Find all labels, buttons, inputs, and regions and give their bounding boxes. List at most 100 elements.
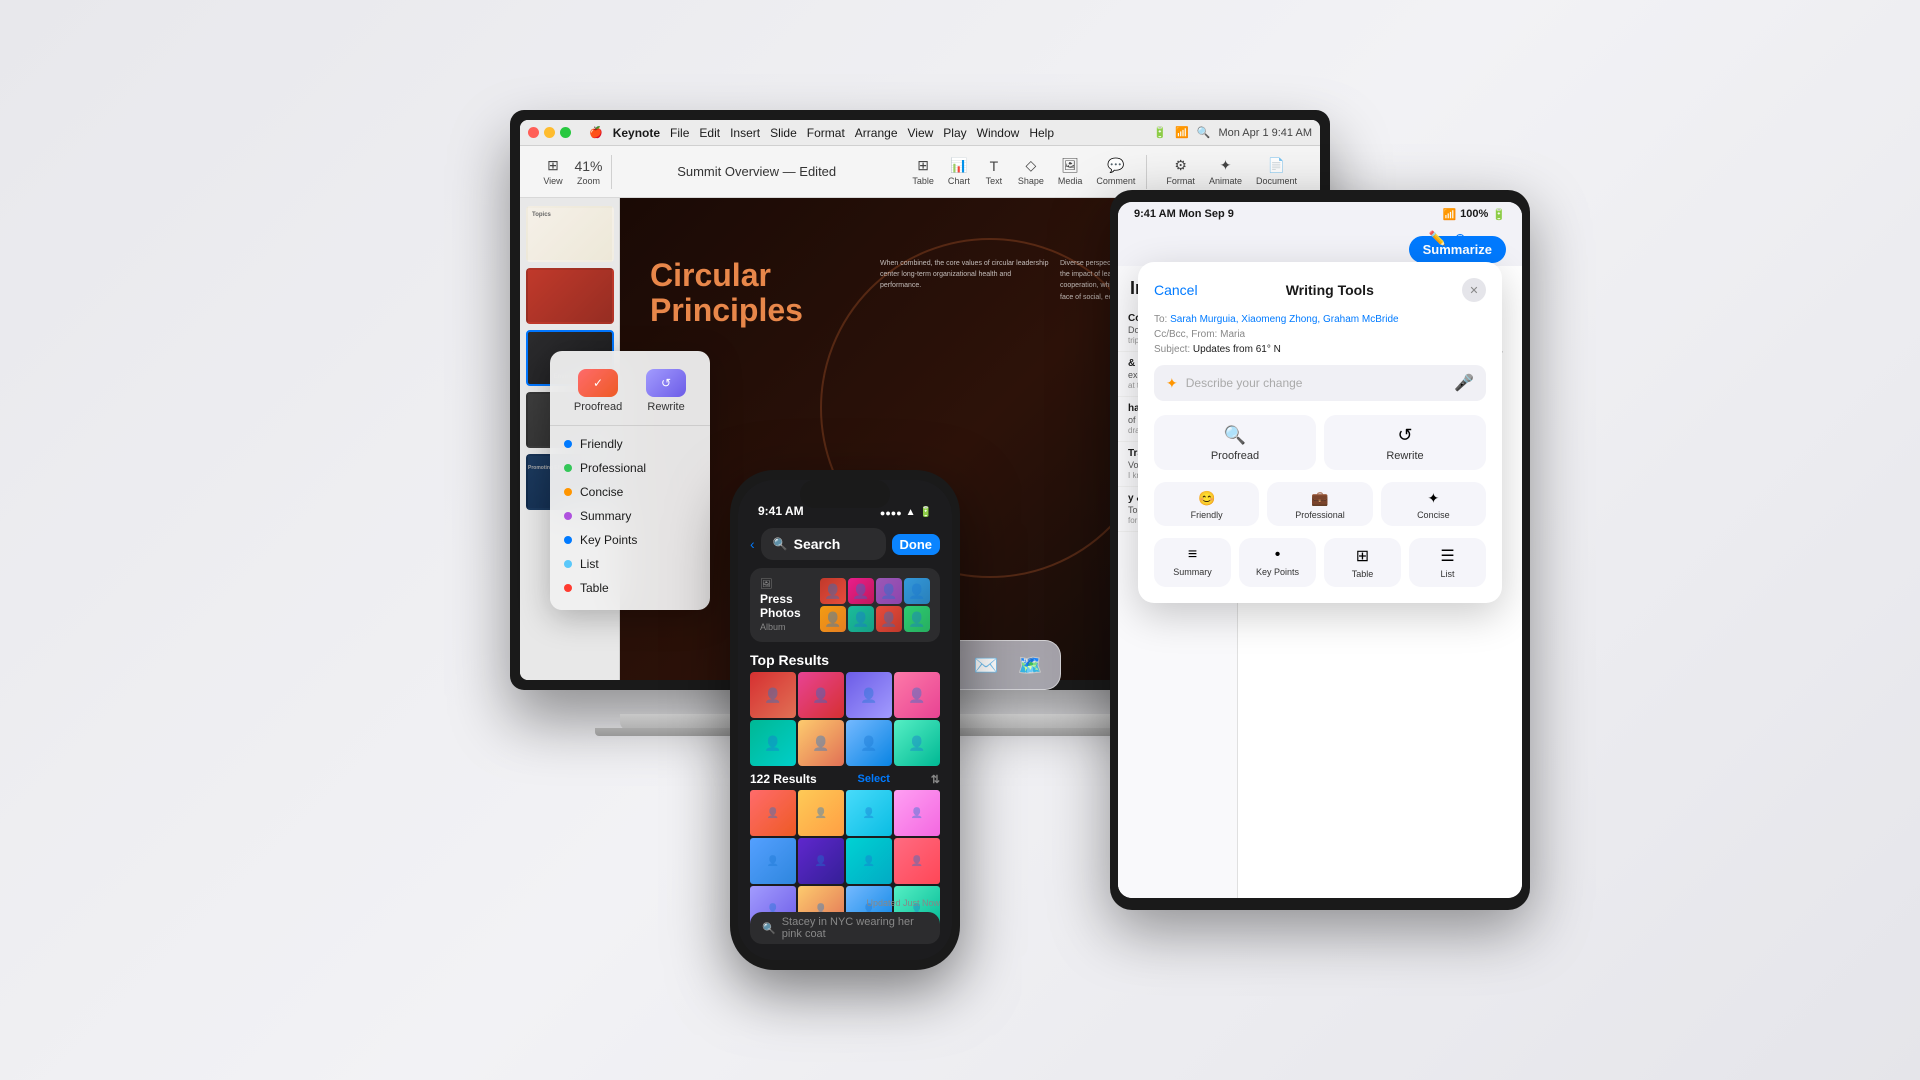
large-photo-4[interactable]: 👤 — [894, 790, 940, 836]
large-photo-5[interactable]: 👤 — [750, 838, 796, 884]
slide-thumb-2[interactable] — [526, 268, 614, 324]
toolbar-table-btn[interactable]: ⊞ Table — [907, 155, 939, 189]
context-header: ✓ Proofread ↺ Rewrite — [550, 361, 710, 426]
menu-file[interactable]: File — [670, 126, 689, 140]
rewrite-button[interactable]: ↺ Rewrite — [646, 369, 686, 413]
toolbar-shape-btn[interactable]: ◇ Shape — [1013, 155, 1049, 189]
iphone-wifi-icon: ▲ — [906, 507, 916, 518]
slide-title: CircularPrinciples — [650, 258, 803, 328]
result-photo-4[interactable]: 👤 — [894, 672, 940, 718]
sort-icon[interactable]: ⇅ — [931, 773, 940, 786]
menu-arrange[interactable]: Arrange — [855, 126, 898, 140]
maximize-button[interactable] — [560, 127, 571, 138]
search-icon[interactable]: 🔍 — [1197, 126, 1211, 139]
ctx-key-points[interactable]: Key Points — [550, 528, 710, 552]
wt-summary-btn[interactable]: ≡ Summary — [1154, 538, 1231, 587]
result-photo-6[interactable]: 👤 — [798, 720, 844, 766]
pp-thumb-1: 👤 — [820, 578, 846, 604]
wt-rewrite-btn[interactable]: ↺ Rewrite — [1324, 415, 1486, 470]
slide-thumb-1[interactable]: Topics — [526, 206, 614, 262]
iphone-search-field[interactable]: 🔍 Search — [761, 528, 886, 560]
wt-cancel-btn[interactable]: Cancel — [1154, 282, 1198, 298]
summary-icon: ≡ — [1188, 546, 1197, 564]
ctx-table[interactable]: Table — [550, 576, 710, 600]
wt-friendly-btn[interactable]: 😊 Friendly — [1154, 482, 1259, 526]
result-photo-1[interactable]: 👤 — [750, 672, 796, 718]
wt-concise-btn[interactable]: ✦ Concise — [1381, 482, 1486, 526]
table-label: Table — [580, 581, 609, 595]
menu-window[interactable]: Window — [977, 126, 1020, 140]
close-button[interactable] — [528, 127, 539, 138]
large-photo-2[interactable]: 👤 — [798, 790, 844, 836]
toolbar-document-btn[interactable]: 📄 Document — [1251, 155, 1302, 189]
ctx-professional[interactable]: Professional — [550, 456, 710, 480]
toolbar-text-btn[interactable]: T Text — [979, 155, 1009, 189]
proofread-button[interactable]: ✓ Proofread — [574, 369, 622, 413]
wt-proofread-btn[interactable]: 🔍 Proofread — [1154, 415, 1316, 470]
menu-slide[interactable]: Slide — [770, 126, 797, 140]
dock-maps[interactable]: 🗺️ — [1012, 647, 1048, 683]
proofread-label: Proofread — [574, 401, 622, 413]
menu-help[interactable]: Help — [1029, 126, 1054, 140]
toolbar-chart-btn[interactable]: 📊 Chart — [943, 155, 975, 189]
ctx-concise[interactable]: Concise — [550, 480, 710, 504]
wt-list-btn[interactable]: ☰ List — [1409, 538, 1486, 587]
pp-thumb-5: 👤 — [820, 606, 846, 632]
wt-subject-val: Updates from 61° N — [1193, 344, 1281, 355]
menu-insert[interactable]: Insert — [730, 126, 760, 140]
select-button[interactable]: Select — [858, 773, 890, 785]
back-icon[interactable]: ‹ — [750, 536, 755, 552]
result-photo-2[interactable]: 👤 — [798, 672, 844, 718]
menu-view[interactable]: View — [908, 126, 934, 140]
wt-keypoints-btn[interactable]: • Key Points — [1239, 538, 1316, 587]
toolbar-zoom-btn[interactable]: 41% Zoom — [572, 155, 605, 189]
document-label: Document — [1256, 176, 1297, 186]
menu-edit[interactable]: Edit — [699, 126, 720, 140]
toolbar-animate-btn[interactable]: ✦ Animate — [1204, 155, 1247, 189]
shape-label: Shape — [1018, 176, 1044, 186]
ctx-list[interactable]: List — [550, 552, 710, 576]
wt-professional-btn[interactable]: 💼 Professional — [1267, 482, 1372, 526]
ctx-friendly[interactable]: Friendly — [550, 432, 710, 456]
rewrite-tool-icon: ↺ — [1397, 425, 1412, 446]
result-photo-8[interactable]: 👤 — [894, 720, 940, 766]
large-photo-7[interactable]: 👤 — [846, 838, 892, 884]
result-photo-7[interactable]: 👤 — [846, 720, 892, 766]
toolbar-format-btn[interactable]: ⚙ Format — [1161, 155, 1200, 189]
text-label: Text — [986, 176, 1003, 186]
compose-icon[interactable]: ✏️ — [1429, 230, 1446, 247]
mic-icon[interactable]: 🎤 — [1454, 373, 1474, 393]
toolbar-comment-btn[interactable]: 💬 Comment — [1091, 155, 1140, 189]
more-icon[interactable]: ⊕ — [1454, 230, 1466, 247]
dock-mail[interactable]: ✉️ — [968, 647, 1004, 683]
toolbar-media-btn[interactable]: 🖼 Media — [1053, 155, 1088, 189]
result-photo-5[interactable]: 👤 — [750, 720, 796, 766]
list-bottom-label: List — [1440, 569, 1454, 579]
iphone-bottom-search[interactable]: 🔍 Stacey in NYC wearing her pink coat — [750, 912, 940, 944]
press-photos-sub: Album — [760, 622, 812, 632]
ctx-summary[interactable]: Summary — [550, 504, 710, 528]
large-photo-1[interactable]: 👤 — [750, 790, 796, 836]
large-photo-3[interactable]: 👤 — [846, 790, 892, 836]
menu-play[interactable]: Play — [943, 126, 966, 140]
done-button[interactable]: Done — [892, 534, 941, 555]
result-photo-3[interactable]: 👤 — [846, 672, 892, 718]
app-name[interactable]: Keynote — [613, 126, 660, 140]
iphone-signal-icon: ●●●● — [880, 508, 902, 518]
view-icon: ⊞ — [543, 158, 563, 174]
toolbar-view-btn[interactable]: ⊞ View — [538, 155, 568, 189]
list-dot — [564, 560, 572, 568]
table-icon: ⊞ — [913, 158, 933, 174]
minimize-button[interactable] — [544, 127, 555, 138]
wt-describe-input[interactable]: ✦ Describe your change 🎤 — [1154, 365, 1486, 401]
wt-table-btn[interactable]: ⊞ Table — [1324, 538, 1401, 587]
large-photo-6[interactable]: 👤 — [798, 838, 844, 884]
press-photos-header-row: 🖼 — [760, 579, 812, 590]
ipad-battery-icon: 🔋 — [1492, 208, 1506, 221]
press-photos-card[interactable]: 🖼 Press Photos Album 👤 👤 👤 👤 👤 — [750, 568, 940, 642]
press-photos-thumb-grid: 👤 👤 👤 👤 👤 👤 👤 👤 — [820, 578, 930, 632]
menu-format[interactable]: Format — [807, 126, 845, 140]
wt-close-btn[interactable]: ✕ — [1462, 278, 1486, 302]
large-photo-8[interactable]: 👤 — [894, 838, 940, 884]
apple-menu[interactable]: 🍎 — [589, 126, 603, 139]
